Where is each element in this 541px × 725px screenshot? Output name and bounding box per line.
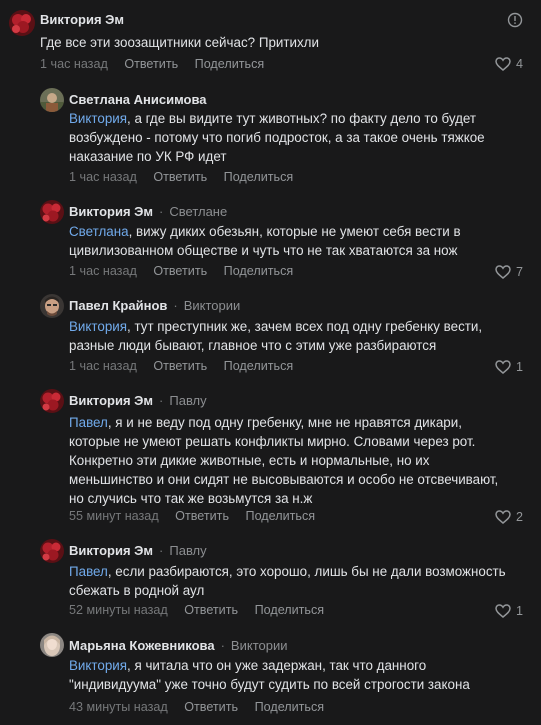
author-name[interactable]: Светлана Анисимова — [69, 92, 207, 107]
share-button[interactable]: Поделиться — [224, 264, 294, 278]
share-button[interactable]: Поделиться — [195, 57, 265, 71]
reply-button[interactable]: Ответить — [124, 57, 178, 71]
comment-header: Светлана Анисимова — [69, 92, 207, 108]
man-avatar-icon — [40, 294, 64, 318]
mention-link[interactable]: Виктория — [69, 319, 127, 334]
reply-to-name[interactable]: Виктории — [231, 638, 288, 653]
timestamp: 1 час назад — [69, 264, 137, 278]
comment: Виктория Эм · Светлане Светлана, вижу дики… — [0, 192, 541, 287]
flower-avatar-icon — [40, 389, 64, 413]
flower-avatar-icon — [9, 10, 35, 36]
comment-header: Виктория Эм · Павлу — [69, 543, 207, 558]
like-count: 1 — [515, 360, 523, 374]
share-button[interactable]: Поделиться — [224, 170, 294, 184]
comment: Марьяна Кожевникова · Виктории Виктория, я… — [0, 627, 541, 725]
mention-link[interactable]: Светлана — [69, 224, 129, 239]
reply-button[interactable]: Ответить — [184, 700, 238, 714]
mention-link[interactable]: Павел — [69, 415, 108, 430]
heart-icon — [495, 57, 511, 71]
reply-to-name[interactable]: Виктории — [184, 298, 241, 313]
user-avatar[interactable] — [40, 88, 64, 112]
comment-header: Павел Крайнов · Виктории — [69, 298, 241, 313]
like-count: 7 — [515, 265, 523, 279]
mention-link[interactable]: Павел — [69, 564, 108, 579]
timestamp: 55 минут назад — [69, 509, 159, 523]
reply-to-name[interactable]: Павлу — [169, 543, 206, 558]
like-button[interactable]: 1 — [495, 359, 523, 375]
user-avatar[interactable] — [40, 539, 64, 563]
comment-meta: 43 минуты назад Ответить Поделиться — [69, 699, 337, 715]
reply-button[interactable]: Ответить — [153, 264, 207, 278]
comment-text: Где все эти зоозащитники сейчас? Притихл… — [40, 35, 319, 50]
mention-link[interactable]: Виктория — [69, 658, 127, 673]
heart-icon — [495, 604, 511, 618]
share-button[interactable]: Поделиться — [255, 603, 325, 617]
comment: Виктория Эм · Павлу Павел, я и не веду под… — [0, 382, 541, 532]
author-name[interactable]: Виктория Эм — [69, 204, 153, 219]
author-name[interactable]: Виктория Эм — [69, 393, 153, 408]
comment: Павел Крайнов · Виктории Виктория, тут пре… — [0, 287, 541, 382]
user-avatar[interactable] — [40, 633, 64, 657]
like-button[interactable]: 4 — [495, 56, 523, 72]
reply-button[interactable]: Ответить — [153, 170, 207, 184]
woman-avatar-icon — [40, 633, 64, 657]
heart-icon — [495, 360, 511, 374]
reply-to-name[interactable]: Павлу — [169, 393, 206, 408]
comment-text: Павел, если разбираются, это хорошо, лиш… — [69, 564, 506, 598]
share-button[interactable]: Поделиться — [246, 509, 316, 523]
comment-meta: 55 минут назад Ответить Поделиться — [69, 508, 328, 524]
comment-meta: 1 час назад Ответить Поделиться — [69, 358, 306, 374]
comment: Виктория Эм · Павлу Павел, если разбираютс… — [0, 532, 541, 627]
comment: Виктория Эм Где все эти зоозащитники сей… — [0, 0, 541, 82]
author-name[interactable]: Виктория Эм — [69, 543, 153, 558]
like-button[interactable]: 7 — [495, 264, 523, 280]
reply-button[interactable]: Ответить — [175, 509, 229, 523]
more-options-icon[interactable] — [507, 12, 523, 28]
comment-meta: 1 час назад Ответить Поделиться — [69, 263, 306, 279]
heart-icon — [495, 510, 511, 524]
timestamp: 43 минуты назад — [69, 700, 168, 714]
comment-header: Виктория Эм · Павлу — [69, 393, 207, 408]
comment: Светлана Анисимова Виктория, а где вы ви… — [0, 82, 541, 192]
user-avatar[interactable] — [40, 200, 64, 224]
like-button[interactable]: 1 — [495, 603, 523, 619]
reply-to-name[interactable]: Светлане — [169, 204, 227, 219]
like-count: 4 — [515, 57, 523, 71]
comment-text: Виктория, тут преступник же, зачем всех … — [69, 319, 483, 353]
comment-text: Павел, я и не веду под одну гребенку, мн… — [69, 415, 499, 506]
author-name[interactable]: Марьяна Кожевникова — [69, 638, 215, 653]
share-button[interactable]: Поделиться — [224, 359, 294, 373]
comment-meta: 1 час назад Ответить Поделиться — [40, 56, 277, 72]
like-count: 1 — [515, 604, 523, 618]
comment-header: Виктория Эм · Светлане — [69, 204, 228, 219]
comment-text: Виктория, я читала что он уже задержан, … — [69, 658, 470, 692]
flower-avatar-icon — [40, 200, 64, 224]
comment-header: Виктория Эм — [40, 12, 124, 28]
timestamp: 1 час назад — [69, 170, 137, 184]
comment-meta: 1 час назад Ответить Поделиться — [69, 169, 306, 185]
timestamp: 1 час назад — [40, 57, 108, 71]
author-name[interactable]: Виктория Эм — [40, 12, 124, 27]
reply-button[interactable]: Ответить — [153, 359, 207, 373]
like-button[interactable]: 2 — [495, 509, 523, 525]
mention-link[interactable]: Виктория — [69, 111, 127, 126]
user-avatar[interactable] — [9, 10, 35, 36]
comment-text: Светлана, вижу диких обезьян, которые не… — [69, 224, 461, 258]
comment-meta: 52 минуты назад Ответить Поделиться — [69, 602, 337, 618]
share-button[interactable]: Поделиться — [255, 700, 325, 714]
timestamp: 52 минуты назад — [69, 603, 168, 617]
user-avatar[interactable] — [40, 389, 64, 413]
author-name[interactable]: Павел Крайнов — [69, 298, 167, 313]
timestamp: 1 час назад — [69, 359, 137, 373]
comment-text: Виктория, а где вы видите тут животных? … — [69, 111, 485, 164]
comment-header: Марьяна Кожевникова · Виктории — [69, 638, 288, 653]
flower-avatar-icon — [40, 539, 64, 563]
user-avatar[interactable] — [40, 294, 64, 318]
heart-icon — [495, 265, 511, 279]
photo-avatar-icon — [40, 88, 64, 112]
reply-button[interactable]: Ответить — [184, 603, 238, 617]
like-count: 2 — [515, 510, 523, 524]
